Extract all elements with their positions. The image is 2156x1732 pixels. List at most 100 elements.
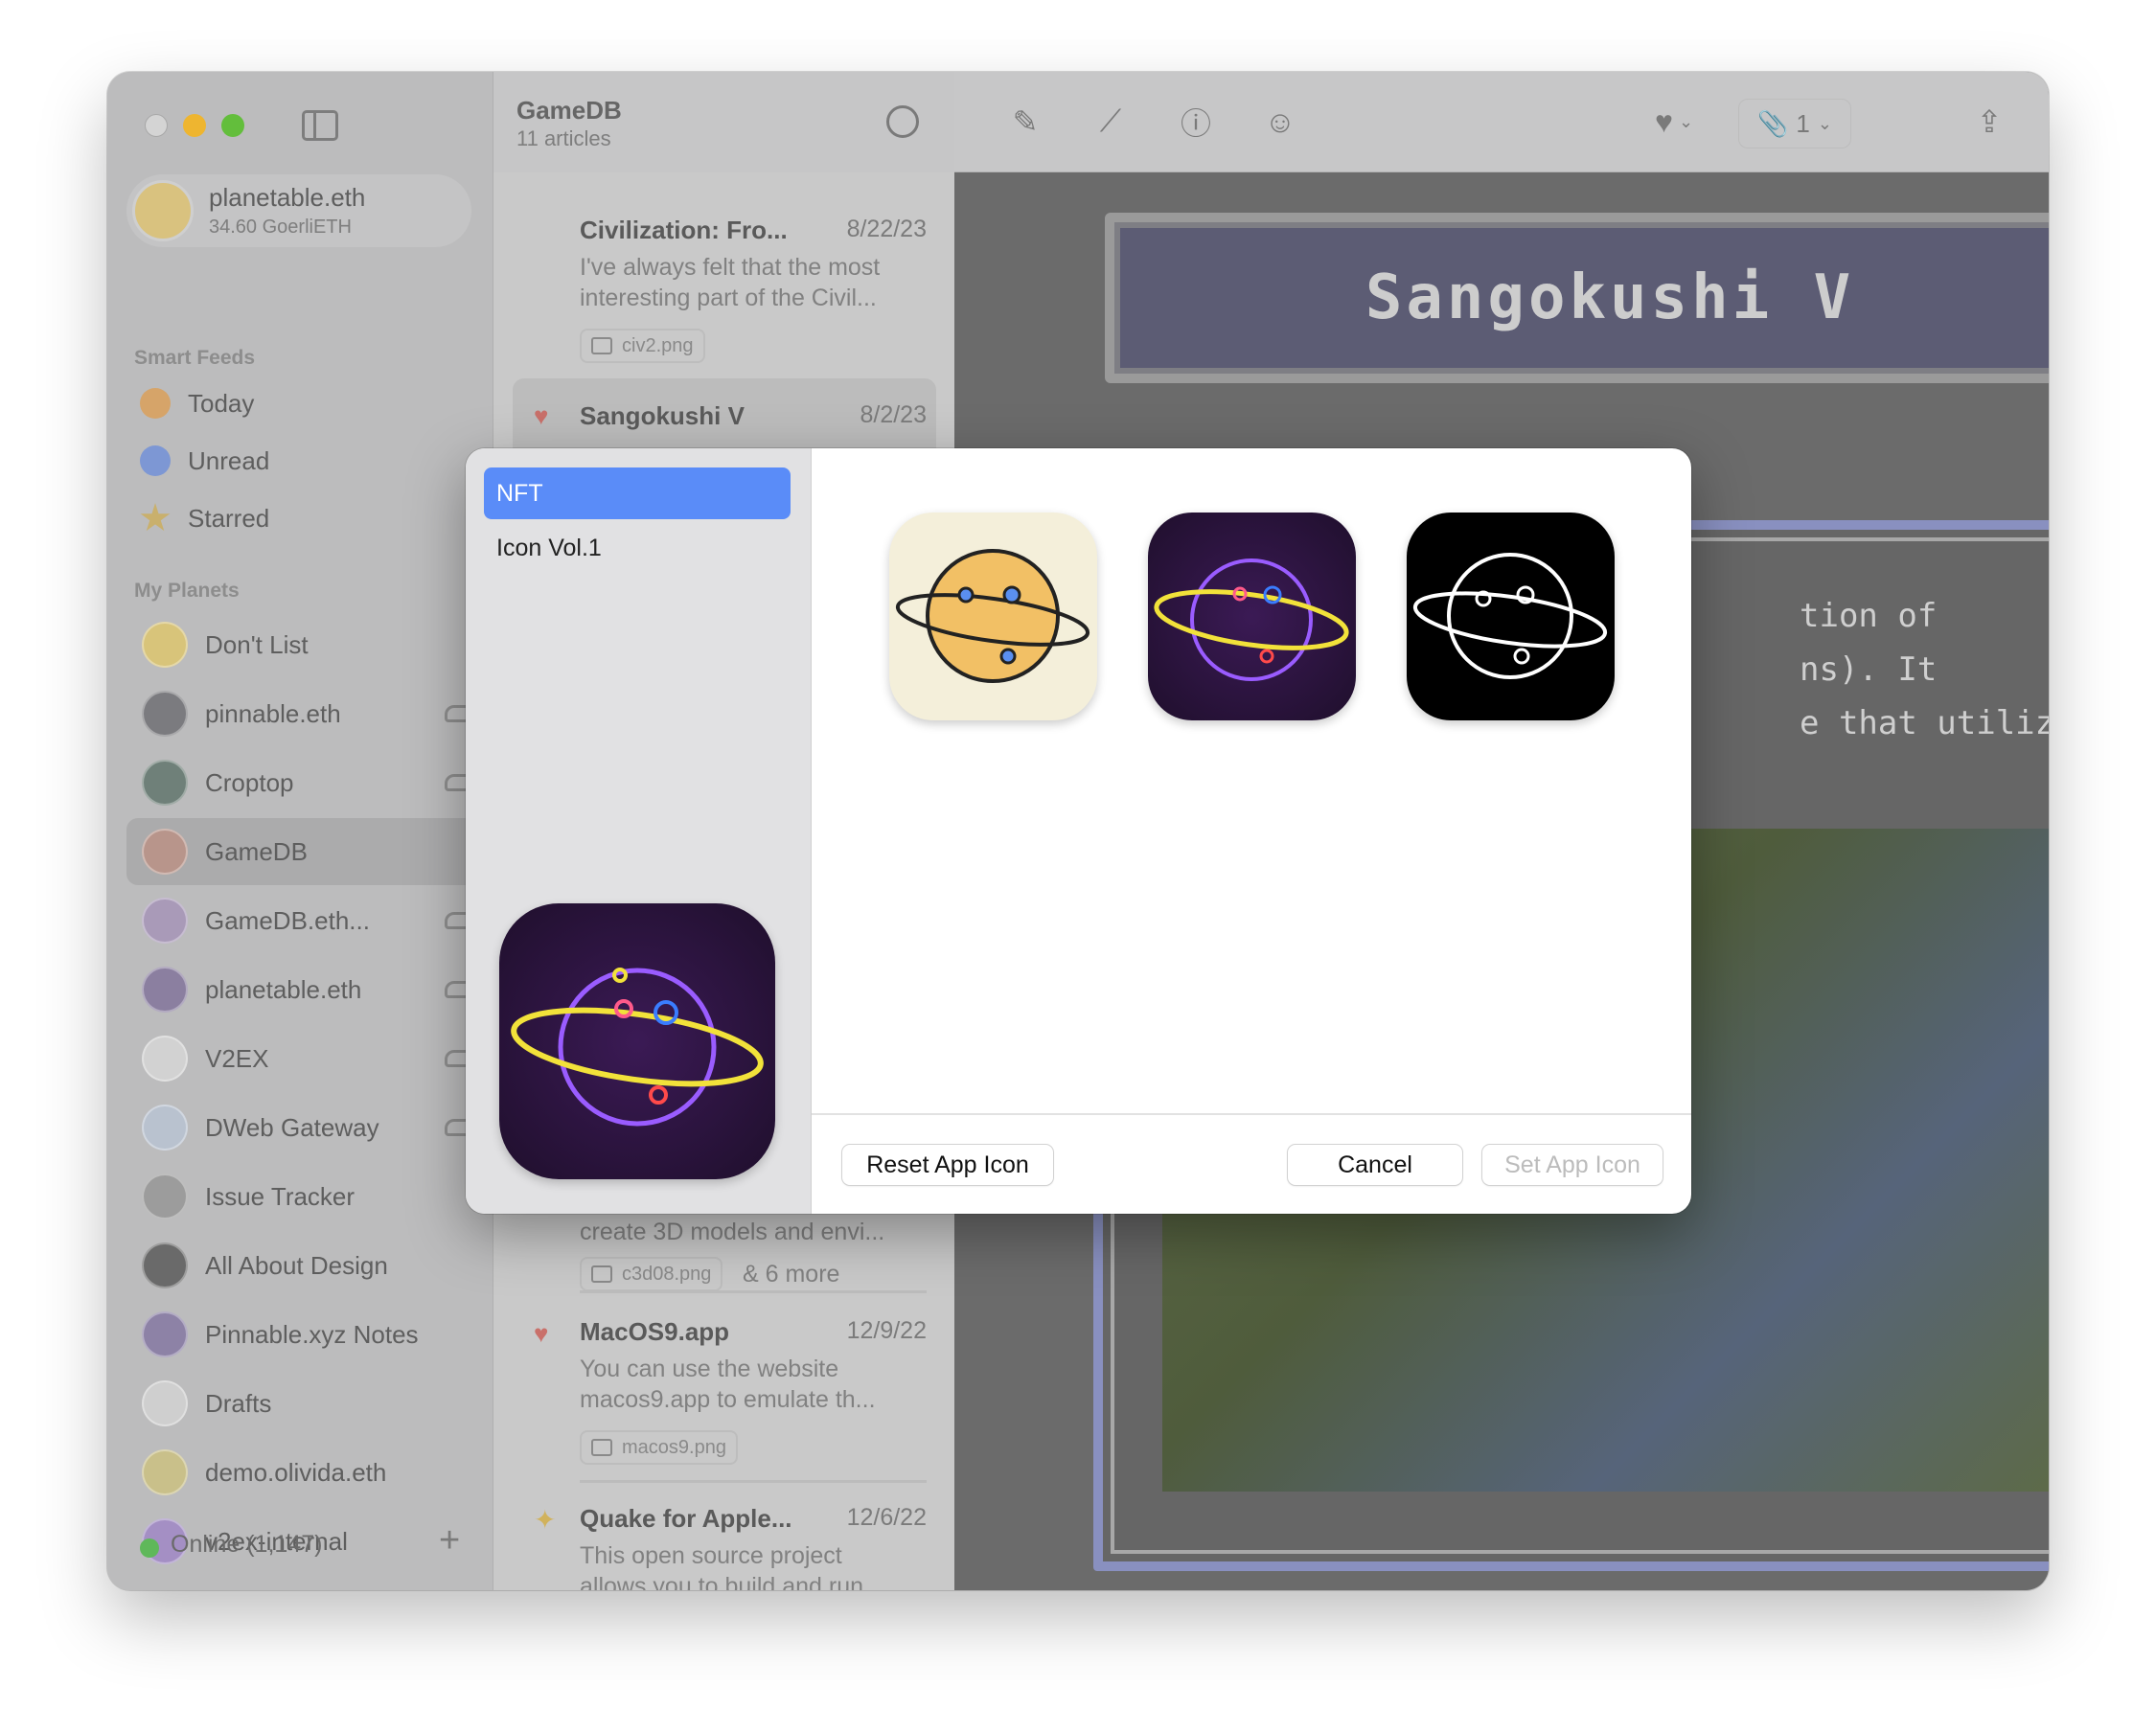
planet-item[interactable]: Croptop [126, 749, 493, 816]
add-planet-button[interactable]: + [439, 1520, 460, 1561]
attachment-name: c3d08.png [622, 1263, 712, 1285]
planet-label: Drafts [205, 1388, 272, 1418]
set-app-icon-button[interactable]: Set App Icon [1482, 1145, 1663, 1185]
article-item[interactable]: ✦ Quake for Apple... 12/6/22 This open sour… [493, 1504, 955, 1590]
feed-label: Starred [188, 503, 270, 533]
article-excerpt-line: I've always felt that the most [580, 254, 881, 281]
image-icon [591, 1439, 612, 1456]
planet-label: DWeb Gateway [205, 1112, 379, 1142]
planet-glitch-icon[interactable] [1407, 513, 1615, 720]
icon-category-nft[interactable]: NFT [484, 467, 791, 519]
planet-item[interactable]: demo.olivida.eth [126, 1439, 493, 1506]
banner-title: Sangokushi V [1365, 262, 1855, 333]
article-title: Sangokushi V [580, 401, 745, 430]
online-status-icon [140, 1538, 159, 1558]
planet-avatar-icon [142, 691, 188, 737]
planet-label: demo.olivida.eth [205, 1457, 387, 1487]
icon-category-icon-vol1[interactable]: Icon Vol.1 [484, 522, 791, 574]
favorite-heart-menu[interactable]: ♥ ⌄ [1640, 103, 1708, 141]
emoji-icon[interactable]: ☺ [1261, 103, 1299, 141]
article-excerpt-line: macos9.app to emulate th... [580, 1386, 876, 1413]
close-window-button[interactable] [145, 114, 168, 137]
planet-item[interactable]: Issue Tracker [126, 1163, 493, 1230]
attachment-tag[interactable]: macos9.png [580, 1430, 738, 1465]
planet-classic-icon[interactable] [889, 513, 1097, 720]
planet-label: Pinnable.xyz Notes [205, 1319, 419, 1349]
planet-avatar-icon [142, 1311, 188, 1357]
article-item[interactable]: Civilization: Fro... 8/22/23 I've always f… [493, 216, 955, 369]
unread-circle-icon [140, 445, 171, 476]
heart-icon: ♥ [534, 1319, 549, 1348]
account-name: planetable.eth [209, 183, 366, 212]
icon-category-list: NFT Icon Vol.1 [466, 448, 812, 1214]
reset-app-icon-button[interactable]: Reset App Icon [842, 1145, 1053, 1185]
selected-icon-preview [499, 903, 775, 1179]
sidebar-toggle-icon[interactable] [302, 110, 338, 141]
planet-item[interactable]: GameDB [126, 818, 493, 885]
filter-menu-icon[interactable] [886, 105, 919, 138]
compose-icon[interactable]: ✎ [1006, 103, 1044, 141]
smart-feed-unread[interactable]: Unread [140, 445, 269, 476]
sun-icon [140, 388, 171, 419]
sidebar: planetable.eth 34.60 GoerliETH Smart Fee… [107, 72, 493, 1590]
more-attachments: & 6 more [743, 1261, 840, 1288]
attachment-tag[interactable]: c3d08.png [580, 1257, 723, 1291]
planet-avatar-icon [142, 1174, 188, 1219]
share-icon[interactable]: ⇪ [1970, 103, 2008, 141]
stats-chart-icon[interactable]: ⟋ [1091, 103, 1130, 141]
paperclip-icon: 📎 [1757, 108, 1789, 138]
planet-item[interactable]: V2EX [126, 1025, 493, 1092]
article-excerpt-line: create 3D models and envi... [580, 1219, 885, 1245]
planet-item[interactable]: DWeb Gateway [126, 1094, 493, 1161]
planet-avatar-icon [142, 967, 188, 1013]
planet-label: GameDB.eth... [205, 905, 370, 935]
list-divider [580, 1290, 927, 1293]
list-divider [580, 1480, 927, 1483]
feed-label: Unread [188, 445, 270, 475]
my-planets-heading: My Planets [134, 580, 240, 602]
attachment-count: 1 [1796, 108, 1810, 138]
planet-item[interactable]: Drafts [126, 1370, 493, 1437]
list-header: GameDB 11 articles [493, 72, 955, 172]
article-excerpt-line: interesting part of the Civil... [580, 285, 877, 311]
planet-label: pinnable.eth [205, 698, 341, 728]
smart-feed-today[interactable]: Today [140, 388, 254, 419]
attachments-menu[interactable]: 📎 1 ⌄ [1738, 99, 1851, 148]
planet-label: All About Design [205, 1250, 388, 1280]
attachment-tag[interactable]: civ2.png [580, 329, 705, 363]
planet-avatar-icon [142, 622, 188, 668]
article-excerpt-line: This open source project [580, 1542, 842, 1569]
minimize-window-button[interactable] [183, 114, 206, 137]
planet-avatar-icon [142, 898, 188, 944]
planet-label: Croptop [205, 767, 294, 797]
planet-avatar-icon [142, 1242, 188, 1288]
article-text-line: ns). It [1800, 650, 1938, 689]
planet-item[interactable]: All About Design [126, 1232, 493, 1299]
article-excerpt-line: You can use the website [580, 1356, 839, 1382]
article-item[interactable]: ♥ MacOS9.app 12/9/22 You can use the websit… [493, 1317, 955, 1470]
smart-feed-starred[interactable]: Starred [140, 503, 269, 534]
account-avatar [132, 180, 194, 241]
planet-label: Don't List [205, 629, 309, 659]
planet-item[interactable]: pinnable.eth [126, 680, 493, 747]
planet-item[interactable]: Don't List [126, 611, 493, 678]
article-date: 12/9/22 [846, 1317, 927, 1344]
planet-item[interactable]: GameDB.eth... [126, 887, 493, 954]
article-banner: Sangokushi V [1105, 213, 2049, 383]
planet-item[interactable]: planetable.eth [126, 956, 493, 1023]
planet-neon-icon[interactable] [1148, 513, 1356, 720]
cancel-button[interactable]: Cancel [1288, 1145, 1462, 1185]
planet-item[interactable]: Pinnable.xyz Notes [126, 1301, 493, 1368]
footer-divider [812, 1113, 1691, 1115]
feed-label: Today [188, 388, 255, 418]
zoom-window-button[interactable] [221, 114, 244, 137]
account-card[interactable]: planetable.eth 34.60 GoerliETH [126, 174, 471, 247]
smart-feeds-heading: Smart Feeds [134, 347, 256, 369]
planet-avatar-icon [142, 829, 188, 875]
image-icon [591, 1265, 612, 1283]
planet-avatar-icon [142, 1449, 188, 1495]
article-date: 8/22/23 [846, 216, 927, 242]
article-title: Quake for Apple... [580, 1504, 792, 1533]
info-icon[interactable]: ⓘ [1177, 103, 1215, 141]
article-title: Civilization: Fro... [580, 216, 788, 244]
